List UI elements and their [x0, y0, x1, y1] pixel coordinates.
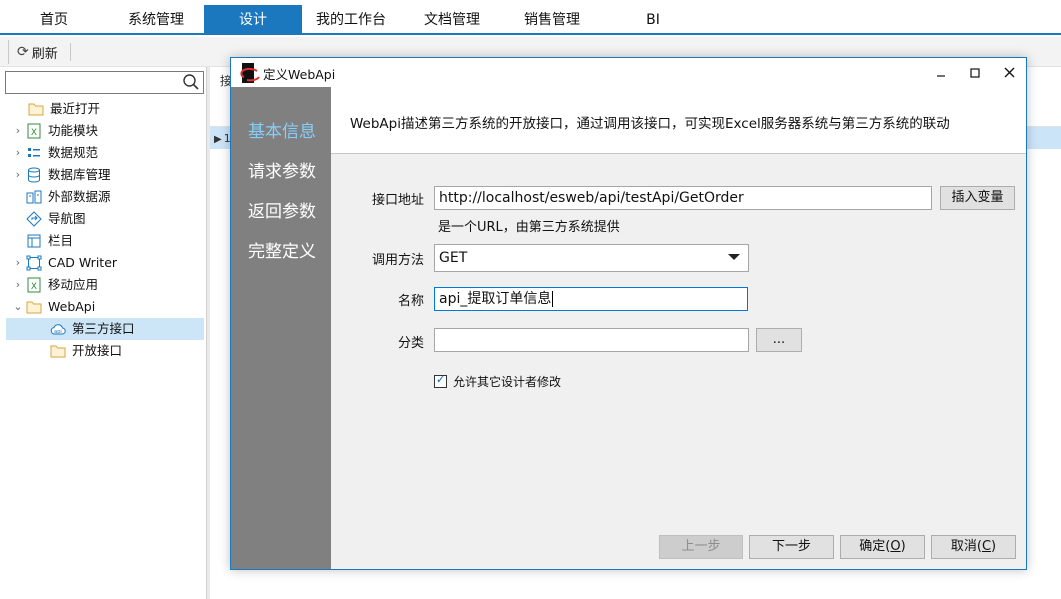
database-icon — [26, 167, 42, 183]
name-label: 名称 — [397, 294, 424, 309]
step-basic-info[interactable]: 基本信息 — [248, 117, 316, 142]
step-request-params[interactable]: 请求参数 — [248, 157, 316, 182]
folder-icon — [50, 343, 66, 359]
browse-category-button[interactable]: ... — [756, 328, 802, 352]
toolbar-divider — [70, 43, 71, 61]
tab-sales-management[interactable]: 销售管理 — [504, 5, 600, 35]
chevron-right-icon[interactable]: › — [10, 142, 26, 164]
dialog-header: WebApi描述第三方系统的开放接口，通过调用该接口，可实现Excel服务器系统… — [331, 87, 1026, 154]
navigation-icon — [26, 211, 42, 227]
tab-document-management[interactable]: 文档管理 — [400, 5, 504, 35]
tree-item-third-party-api[interactable]: api 第三方接口 — [6, 318, 204, 340]
cad-icon — [26, 255, 42, 271]
method-select[interactable]: GET — [434, 244, 749, 272]
tree-item-mobile-apps[interactable]: › X 移动应用 — [10, 274, 206, 296]
wizard-steps: 基本信息 请求参数 返回参数 完整定义 — [231, 87, 331, 569]
url-label: 接口地址 — [371, 193, 424, 208]
allow-modify-label[interactable]: 允许其它设计者修改 — [453, 373, 561, 390]
category-label: 分类 — [397, 336, 424, 351]
ok-button[interactable]: 确定(O) — [840, 535, 925, 559]
tab-my-workbench[interactable]: 我的工作台 — [302, 5, 400, 35]
name-field[interactable]: api_提取订单信息 — [434, 287, 748, 311]
chevron-right-icon[interactable]: › — [10, 274, 26, 296]
tree-item-webapi[interactable]: ⌄ WebApi — [10, 296, 206, 318]
folder-icon — [28, 101, 44, 117]
tab-design[interactable]: 设计 — [204, 5, 302, 35]
url-hint: 是一个URL，由第三方系统提供 — [438, 220, 620, 235]
checkmark-icon: ✓ — [436, 373, 446, 386]
tree-item-column[interactable]: 栏目 — [26, 230, 206, 252]
tree-item-external-datasource[interactable]: 外部数据源 — [26, 186, 206, 208]
svg-text:X: X — [31, 282, 37, 292]
left-panel: 最近打开 › X 功能模块 › 数据规范 › 数据库管理 外部数据源 导航图 栏… — [0, 67, 206, 599]
svg-text:api: api — [54, 329, 62, 335]
category-field[interactable] — [434, 328, 749, 352]
search-icon[interactable] — [182, 73, 200, 91]
minimize-icon — [937, 74, 945, 77]
dialog-titlebar[interactable]: 定义WebApi — [231, 58, 1026, 87]
tab-home[interactable]: 首页 — [0, 5, 108, 35]
search-input[interactable] — [5, 71, 204, 94]
next-button[interactable]: 下一步 — [749, 535, 834, 559]
column-icon — [26, 233, 42, 249]
cloud-api-icon: api — [50, 321, 66, 337]
text-caret — [552, 291, 554, 307]
tree-item-recent[interactable]: 最近打开 — [12, 98, 206, 120]
tree-item-data-standards[interactable]: › 数据规范 — [10, 142, 206, 164]
step-return-params[interactable]: 返回参数 — [248, 197, 316, 222]
close-button[interactable] — [992, 58, 1026, 87]
dialog-form: 接口地址 http://localhost/esweb/api/testApi/… — [331, 154, 1026, 569]
app-logo-icon — [240, 63, 260, 83]
define-webapi-dialog: 定义WebApi 基本信息 请求参数 返回参数 完整定义 WebApi描述第三方… — [230, 57, 1027, 570]
minimize-button[interactable] — [924, 58, 958, 87]
tree-item-open-api[interactable]: 开放接口 — [50, 340, 206, 362]
svg-text:X: X — [31, 128, 37, 138]
chevron-down-icon — [728, 254, 740, 260]
excel-icon: X — [26, 277, 42, 293]
step-full-definition[interactable]: 完整定义 — [248, 237, 316, 262]
list-icon — [26, 145, 42, 161]
name-value: api_提取订单信息 — [439, 291, 552, 307]
tree-item-navigation-map[interactable]: 导航图 — [26, 208, 206, 230]
refresh-button[interactable]: ⟳ 刷新 — [8, 40, 62, 64]
refresh-label: 刷新 — [31, 46, 58, 62]
datasource-icon — [26, 189, 42, 205]
chevron-down-icon[interactable]: ⌄ — [10, 296, 26, 318]
tree-item-cad-writer[interactable]: › CAD Writer — [10, 252, 206, 274]
chevron-right-icon[interactable]: › — [10, 164, 26, 186]
insert-variable-button[interactable]: 插入变量 — [940, 186, 1015, 210]
top-navigation: 首页 系统管理 设计 我的工作台 文档管理 销售管理 BI — [0, 0, 1061, 35]
method-value: GET — [439, 250, 468, 266]
cancel-button[interactable]: 取消(C) — [931, 535, 1016, 559]
previous-button[interactable]: 上一步 — [659, 535, 743, 559]
close-icon — [1004, 67, 1014, 78]
chevron-right-icon[interactable]: › — [10, 120, 26, 142]
dialog-title: 定义WebApi — [263, 67, 336, 82]
maximize-icon — [970, 67, 980, 78]
chevron-right-icon[interactable]: › — [10, 252, 26, 274]
method-label: 调用方法 — [371, 253, 424, 268]
url-field[interactable]: http://localhost/esweb/api/testApi/GetOr… — [434, 186, 932, 210]
dialog-description: WebApi描述第三方系统的开放接口，通过调用该接口，可实现Excel服务器系统… — [350, 116, 950, 132]
tree-item-database-management[interactable]: › 数据库管理 — [10, 164, 206, 186]
folder-icon — [26, 299, 42, 315]
allow-modify-checkbox[interactable]: ✓ — [434, 373, 447, 388]
tab-system-management[interactable]: 系统管理 — [108, 5, 204, 35]
maximize-button[interactable] — [958, 58, 992, 87]
excel-icon: X — [26, 123, 42, 139]
tab-bi[interactable]: BI — [600, 5, 706, 35]
refresh-icon: ⟳ — [17, 44, 29, 60]
tree-item-function-modules[interactable]: › X 功能模块 — [10, 120, 206, 142]
row-expand-icon[interactable]: ▶ 1 — [214, 132, 231, 145]
